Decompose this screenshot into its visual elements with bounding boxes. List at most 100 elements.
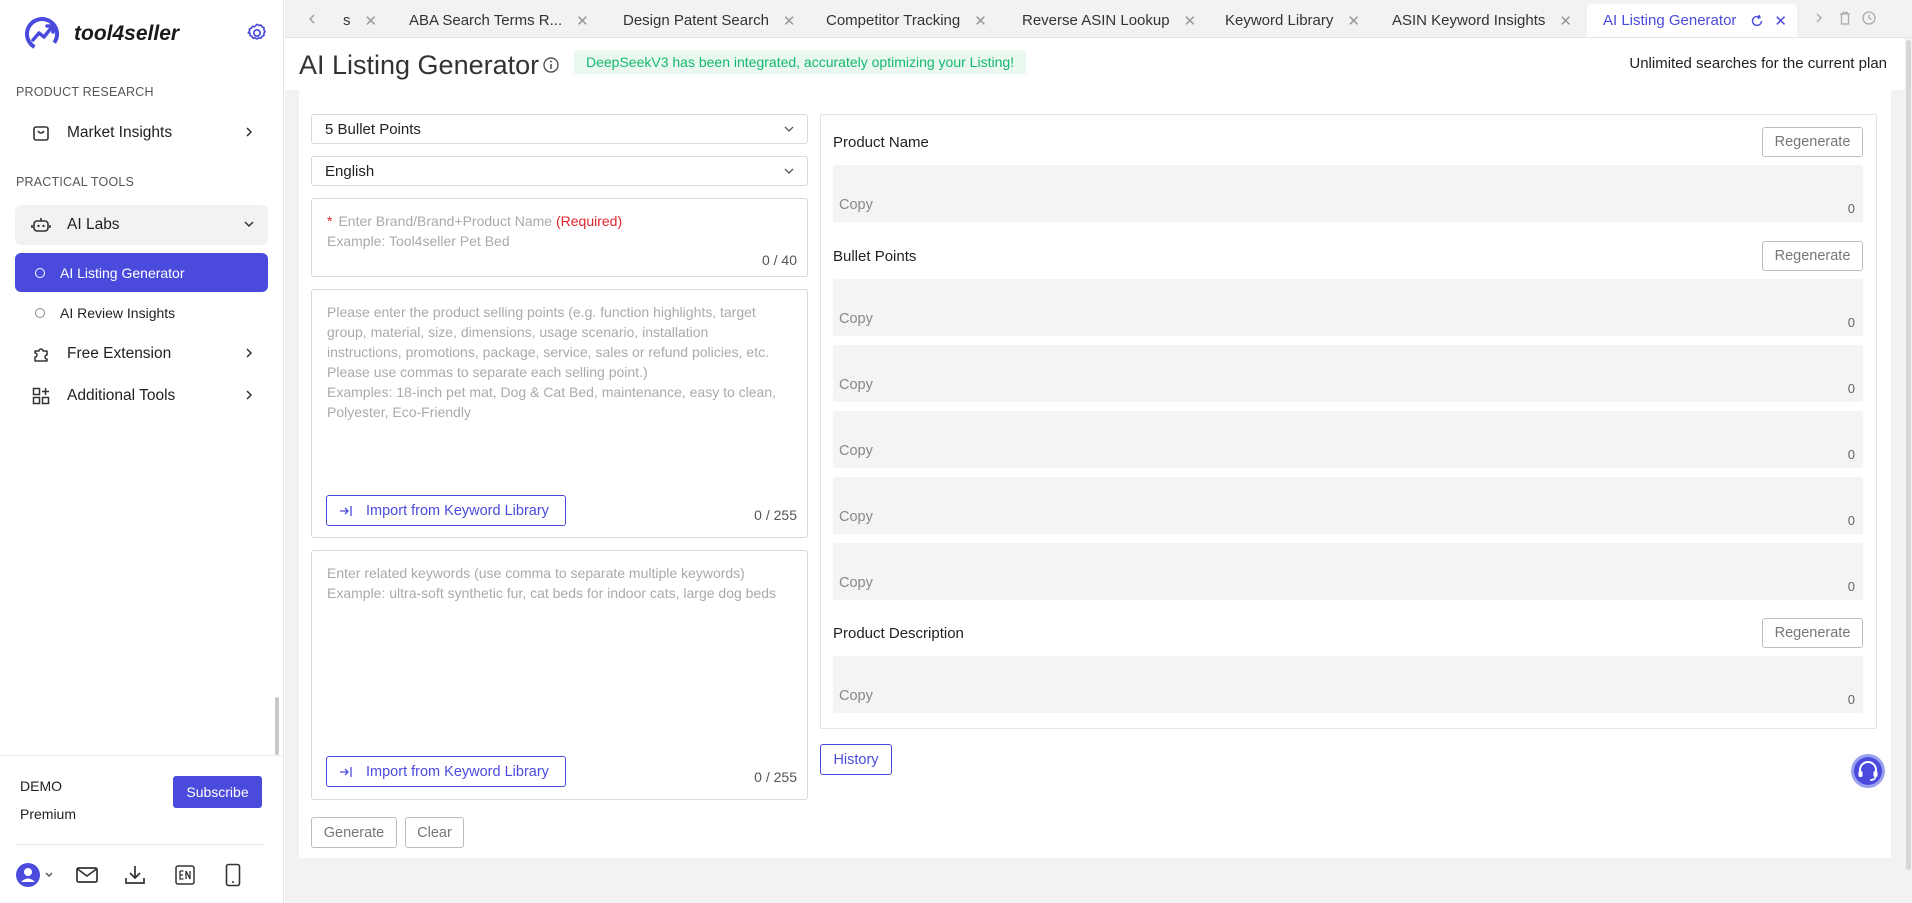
- char-count: 0: [1847, 692, 1855, 707]
- avatar-icon: [16, 863, 53, 887]
- clock-icon[interactable]: [1861, 10, 1877, 26]
- tab-item[interactable]: Design Patent Search ✕: [623, 4, 796, 37]
- tab-label: Reverse ASIN Lookup: [1022, 12, 1170, 29]
- char-count: 0: [1847, 447, 1855, 462]
- sidebar: tool4seller PRODUCT RESEARCH Market Insi…: [0, 0, 284, 903]
- refresh-icon[interactable]: [1750, 14, 1764, 28]
- char-counter: 0 / 255: [754, 769, 797, 785]
- import-icon: [340, 766, 352, 777]
- sidebar-item-ai-labs[interactable]: AI Labs: [15, 205, 268, 245]
- bullet-points-label: Bullet Points: [833, 248, 917, 265]
- product-description-label: Product Description: [833, 625, 964, 642]
- tab-label: Competitor Tracking: [826, 12, 961, 29]
- clear-button[interactable]: Clear: [405, 817, 464, 848]
- subscribe-button[interactable]: Subscribe: [173, 776, 262, 808]
- tab-scroll-left-icon[interactable]: [301, 8, 323, 30]
- tab-scroll-right-icon[interactable]: [1813, 10, 1825, 26]
- copy-button[interactable]: Copy: [839, 197, 873, 213]
- chevron-down-icon: [784, 126, 794, 132]
- headset-icon[interactable]: [1850, 753, 1886, 789]
- integration-notice: DeepSeekV3 has been integrated, accurate…: [574, 50, 1027, 74]
- close-icon[interactable]: ✕: [1347, 12, 1360, 30]
- divider: [0, 755, 284, 756]
- tab-label: ASIN Keyword Insights: [1392, 12, 1546, 29]
- brand-name-placeholder: * Enter Brand/Brand+Product Name (Require…: [327, 211, 777, 251]
- tab-item[interactable]: Keyword Library ✕: [1225, 4, 1360, 37]
- bullet-point-output: Copy 0: [833, 411, 1863, 468]
- tab-item[interactable]: Reverse ASIN Lookup ✕: [1022, 4, 1196, 37]
- bullet-point-output: Copy 0: [833, 279, 1863, 336]
- avatar-menu[interactable]: [14, 862, 54, 888]
- language-select[interactable]: English: [311, 156, 808, 186]
- close-icon[interactable]: ✕: [365, 12, 378, 30]
- page-scrollbar[interactable]: [1906, 40, 1911, 870]
- selling-points-placeholder: Please enter the product selling points …: [327, 302, 777, 422]
- close-icon[interactable]: ✕: [1774, 12, 1787, 30]
- trash-icon[interactable]: [1837, 10, 1853, 26]
- tab-item[interactable]: ASIN Keyword Insights ✕: [1392, 4, 1572, 37]
- import-icon: [340, 505, 352, 516]
- product-name-output: Copy 0: [833, 165, 1863, 222]
- sidebar-item-free-extension[interactable]: Free Extension: [15, 334, 268, 374]
- copy-button[interactable]: Copy: [839, 575, 873, 591]
- brand-name-input[interactable]: * Enter Brand/Brand+Product Name (Require…: [311, 198, 808, 277]
- sidebar-item-additional-tools[interactable]: Additional Tools: [15, 376, 268, 416]
- tab-ai-listing-generator[interactable]: AI Listing Generator ✕: [1587, 4, 1797, 37]
- sidebar-item-market-insights[interactable]: Market Insights: [15, 113, 268, 153]
- mail-icon[interactable]: [74, 862, 100, 888]
- chevron-down-icon: [784, 168, 794, 174]
- close-icon[interactable]: ✕: [1559, 12, 1572, 30]
- mobile-icon[interactable]: [220, 862, 246, 888]
- product-name-label: Product Name: [833, 134, 929, 151]
- keywords-input[interactable]: Enter related keywords (use comma to sep…: [311, 550, 808, 800]
- copy-button[interactable]: Copy: [839, 443, 873, 459]
- history-button[interactable]: History: [820, 744, 892, 775]
- placeholder-example: Examples: 18-inch pet mat, Dog & Cat Bed…: [327, 384, 777, 420]
- import-keyword-library-button[interactable]: Import from Keyword Library: [326, 756, 566, 787]
- regenerate-description-button[interactable]: Regenerate: [1762, 618, 1863, 648]
- copy-button[interactable]: Copy: [839, 311, 873, 327]
- brand[interactable]: tool4seller: [24, 16, 179, 52]
- section-practical-tools: PRACTICAL TOOLS: [16, 175, 135, 189]
- info-icon[interactable]: [542, 56, 560, 74]
- plan-quota: Unlimited searches for the current plan: [1629, 55, 1887, 72]
- sidebar-item-label: AI Review Insights: [60, 304, 176, 321]
- copy-button[interactable]: Copy: [839, 509, 873, 525]
- sidebar-item-ai-review-insights[interactable]: AI Review Insights: [15, 293, 268, 332]
- tab-item[interactable]: Competitor Tracking ✕: [826, 4, 987, 37]
- sidebar-item-label: AI Listing Generator: [60, 264, 185, 281]
- selling-points-input[interactable]: Please enter the product selling points …: [311, 289, 808, 538]
- tab-item[interactable]: ABA Search Terms R... ✕: [409, 4, 589, 37]
- shopping-bag-icon: [33, 126, 49, 141]
- regenerate-bullet-points-button[interactable]: Regenerate: [1762, 241, 1863, 271]
- char-count: 0: [1847, 513, 1855, 528]
- bullet-icon: [35, 267, 45, 278]
- tab-bar: s ✕ ABA Search Terms R... ✕ Design Patent …: [285, 0, 1912, 38]
- placeholder-example: Example: ultra-soft synthetic fur, cat b…: [327, 585, 777, 601]
- close-icon[interactable]: ✕: [974, 12, 987, 30]
- button-label: Import from Keyword Library: [366, 763, 549, 780]
- grid-plus-icon: [32, 387, 50, 405]
- gear-icon[interactable]: [246, 22, 268, 44]
- close-icon[interactable]: ✕: [576, 12, 589, 30]
- tab-item[interactable]: s ✕: [343, 4, 377, 37]
- download-icon[interactable]: [122, 862, 148, 888]
- user-plan: Premium: [20, 806, 77, 822]
- import-keyword-library-button[interactable]: Import from Keyword Library: [326, 495, 566, 526]
- language-en-icon[interactable]: [172, 862, 198, 888]
- tab-label: ABA Search Terms R...: [409, 12, 563, 29]
- regenerate-product-name-button[interactable]: Regenerate: [1762, 127, 1863, 157]
- select-value: English: [325, 162, 375, 180]
- bullet-count-select[interactable]: 5 Bullet Points: [311, 114, 808, 144]
- close-icon[interactable]: ✕: [783, 12, 796, 30]
- char-count: 0: [1847, 381, 1855, 396]
- close-icon[interactable]: ✕: [1184, 12, 1197, 30]
- main-area: AI Listing Generator DeepSeekV3 has been…: [285, 38, 1912, 903]
- sidebar-scrollbar[interactable]: [275, 697, 279, 755]
- sidebar-item-ai-listing-generator[interactable]: AI Listing Generator: [15, 253, 268, 292]
- copy-button[interactable]: Copy: [839, 377, 873, 393]
- user-name: DEMO: [20, 778, 62, 794]
- generate-button[interactable]: Generate: [311, 817, 397, 848]
- placeholder-example: Example: Tool4seller Pet Bed: [327, 233, 510, 249]
- copy-button[interactable]: Copy: [839, 688, 873, 704]
